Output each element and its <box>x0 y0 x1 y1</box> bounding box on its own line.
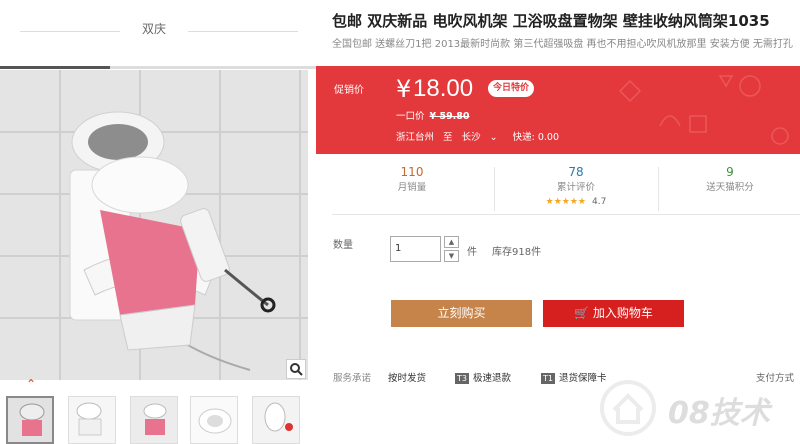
product-page: 双庆 ⌃ 包邮 双庆新品 电吹风机架 卫浴吸盘置物架 壁挂收纳风筒架1035 全… <box>0 0 800 444</box>
gallery-tabs <box>0 66 316 69</box>
rating-value: 4.7 <box>592 197 607 207</box>
service-label: 服务承诺 <box>333 373 372 384</box>
service-text: 极速退款 <box>472 373 511 384</box>
original-price-label: 一口价 <box>396 111 425 122</box>
price-panel: 促销价 ¥ 18.00 今日特价 一口价 ¥ 59.80 浙江台州 至 长沙 ⌄… <box>316 66 800 154</box>
add-to-cart-button[interactable]: 🛒 加入购物车 <box>543 300 684 327</box>
product-title: 包邮 双庆新品 电吹风机架 卫浴吸盘置物架 壁挂收纳风筒架1035 <box>332 12 770 30</box>
stat-reviews[interactable]: 78 累计评价 ★★★★★ 4.7 <box>496 163 656 209</box>
chevron-up-icon[interactable]: ⌃ <box>26 378 36 390</box>
star-icons: ★★★★★ <box>545 197 586 207</box>
promo-price-label: 促销价 <box>334 85 364 96</box>
t1-badge: T1 <box>541 373 555 384</box>
gallery-tab-active[interactable] <box>0 66 110 69</box>
store-header: 双庆 <box>0 0 316 62</box>
watermark-logo <box>598 378 658 442</box>
gallery: 双庆 ⌃ <box>0 0 316 444</box>
buy-now-button[interactable]: 立刻购买 <box>391 300 532 327</box>
service-item-return[interactable]: T1 退货保障卡 <box>541 370 607 384</box>
divider <box>494 167 495 211</box>
stats-bar: 110 月销量 78 累计评价 ★★★★★ 4.7 9 送天猫积分 <box>332 163 800 215</box>
quantity-label: 数量 <box>333 240 353 251</box>
divider <box>658 167 659 211</box>
stat-points: 9 送天猫积分 <box>660 163 800 195</box>
stock-count: 库存918件 <box>492 247 542 258</box>
service-item-ontime[interactable]: 按时发货 <box>388 370 426 384</box>
shipping-info: 浙江台州 至 长沙 ⌄ 快递: 0.00 <box>396 129 565 143</box>
ship-destination-select[interactable]: 长沙 ⌄ <box>462 129 504 143</box>
thumbnail-1[interactable] <box>6 396 54 444</box>
original-price-value: ¥ 59.80 <box>429 111 470 122</box>
product-subtitle: 全国包邮 送螺丝刀1把 2013最新时尚款 第三代超强吸盘 再也不用担心吹风机放… <box>332 39 793 50</box>
cart-icon: 🛒 <box>574 306 590 320</box>
store-name[interactable]: 双庆 <box>124 20 184 37</box>
rating-stars: ★★★★★ 4.7 <box>496 195 656 209</box>
chevron-down-icon: ⌄ <box>489 132 498 143</box>
quantity-decrease-button[interactable]: ▼ <box>444 250 459 262</box>
currency-symbol: ¥ <box>396 75 412 103</box>
quantity-input[interactable]: 1 <box>390 236 441 262</box>
divider <box>20 31 120 32</box>
points-value: 9 <box>726 165 734 179</box>
monthly-sales-value: 110 <box>400 165 424 179</box>
service-item-refund[interactable]: T3 极速退款 <box>455 370 511 384</box>
panel-pattern <box>618 75 789 145</box>
quantity-increase-button[interactable]: ▲ <box>444 236 459 248</box>
thumbnail-4[interactable] <box>190 396 238 444</box>
watermark-text: 08技术 <box>668 396 770 431</box>
ship-from: 浙江台州 <box>396 132 435 143</box>
thumbnail-3[interactable] <box>130 396 178 444</box>
reviews-value: 78 <box>568 165 584 179</box>
divider <box>188 31 298 32</box>
original-price: 一口价 ¥ 59.80 <box>396 108 470 122</box>
thumbnail-2[interactable] <box>68 396 116 444</box>
monthly-sales-label: 月销量 <box>397 182 427 193</box>
promo-price: 18.00 <box>413 75 474 102</box>
thumbnail-5[interactable] <box>252 396 300 444</box>
payment-methods[interactable]: 支付方式 <box>756 370 794 384</box>
zoom-button[interactable] <box>286 359 306 379</box>
main-product-image[interactable] <box>0 70 308 380</box>
shipping-fee: 快递: 0.00 <box>512 132 560 143</box>
t3-badge: T3 <box>455 373 469 384</box>
ship-destination: 长沙 <box>461 132 481 143</box>
add-to-cart-label: 加入购物车 <box>592 306 653 320</box>
home-icon <box>600 380 656 436</box>
quantity-unit: 件 <box>467 247 477 258</box>
today-special-badge: 今日特价 <box>488 80 535 97</box>
ship-to-word: 至 <box>443 132 453 143</box>
reviews-label: 累计评价 <box>556 182 595 193</box>
points-label: 送天猫积分 <box>706 182 754 193</box>
magnifier-icon <box>290 363 303 376</box>
service-text: 按时发货 <box>388 373 427 384</box>
stat-monthly-sales: 110 月销量 <box>332 163 492 195</box>
